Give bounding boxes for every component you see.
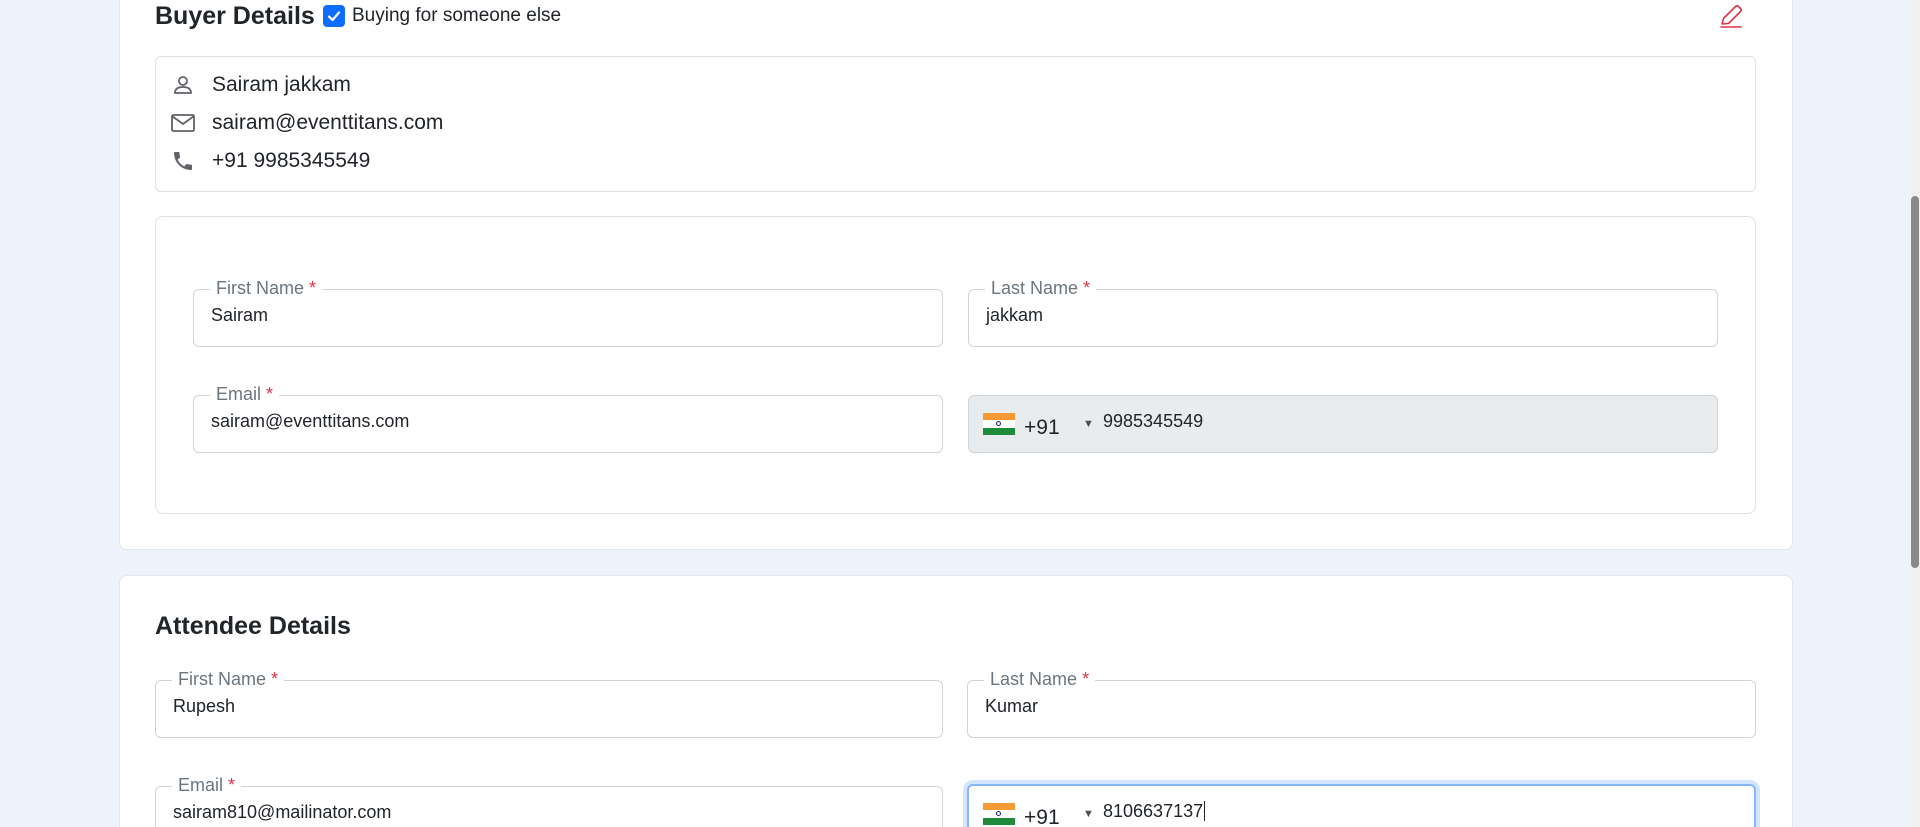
buyer-phone-country-code[interactable]: +91: [1024, 416, 1060, 440]
caret-down-icon[interactable]: ▼: [1083, 418, 1094, 430]
buyer-email-value: sairam@eventtitans.com: [211, 411, 410, 431]
attendee-last-name-field[interactable]: Last Name * Kumar: [967, 667, 1756, 738]
attendee-phone-input[interactable]: 8106637137: [1103, 801, 1206, 822]
buyer-details-title: Buyer Details: [155, 2, 315, 30]
attendee-first-name-label: First Name *: [172, 667, 285, 691]
india-flag-icon[interactable]: [983, 413, 1015, 435]
attendee-phone-field[interactable]: +91 ▼ 8106637137: [967, 784, 1756, 827]
text-cursor: [1204, 801, 1206, 821]
buyer-summary-phone: +91 9985345549: [212, 149, 371, 172]
buyer-last-name-value: jakkam: [986, 305, 1044, 325]
buying-for-someone-else-label[interactable]: Buying for someone else: [352, 5, 561, 27]
buyer-phone-value: 9985345549: [1103, 411, 1204, 431]
buyer-summary-phone-row: +91 9985345549: [170, 148, 370, 174]
person-icon: [170, 72, 196, 98]
buying-for-someone-else-checkbox[interactable]: [323, 5, 345, 27]
buyer-first-name-value: Sairam: [211, 305, 269, 325]
attendee-last-name-label: Last Name *: [984, 667, 1096, 691]
buyer-email-label: Email *: [210, 382, 280, 406]
attendee-details-title: Attendee Details: [155, 612, 351, 640]
buyer-summary: Sairam jakkam sairam@eventtitans.com +91…: [155, 56, 1756, 192]
caret-down-icon[interactable]: ▼: [1083, 808, 1094, 820]
buyer-summary-name-row: Sairam jakkam: [170, 72, 351, 98]
attendee-phone-country-code[interactable]: +91: [1024, 806, 1060, 827]
buyer-first-name-label: First Name *: [210, 276, 323, 300]
attendee-email-label: Email *: [172, 773, 242, 797]
page-scrollbar-thumb[interactable]: [1911, 196, 1919, 568]
attendee-email-value: sairam810@mailinator.com: [173, 802, 392, 822]
india-flag-icon[interactable]: [983, 803, 1015, 825]
buyer-first-name-field[interactable]: First Name * Sairam: [193, 276, 943, 347]
attendee-last-name-value: Kumar: [985, 696, 1039, 716]
attendee-first-name-value: Rupesh: [173, 696, 236, 716]
buyer-summary-name: Sairam jakkam: [212, 73, 351, 96]
mail-icon: [170, 110, 196, 136]
buyer-last-name-field[interactable]: Last Name * jakkam: [968, 276, 1718, 347]
buyer-email-field[interactable]: Email * sairam@eventtitans.com: [193, 382, 943, 453]
pencil-icon[interactable]: [1717, 2, 1745, 30]
buyer-last-name-label: Last Name *: [985, 276, 1097, 300]
buyer-form: First Name * Sairam Last Name * jakkam E…: [155, 216, 1756, 514]
buyer-summary-email: sairam@eventtitans.com: [212, 111, 444, 134]
attendee-first-name-field[interactable]: First Name * Rupesh: [155, 667, 943, 738]
check-icon: [327, 11, 341, 22]
buyer-summary-email-row: sairam@eventtitans.com: [170, 110, 443, 136]
phone-icon: [170, 148, 196, 174]
attendee-phone-value: 8106637137: [1103, 801, 1204, 821]
buyer-phone-field[interactable]: +91 ▼ 9985345549: [968, 395, 1718, 453]
attendee-email-field[interactable]: Email * sairam810@mailinator.com: [155, 773, 943, 827]
